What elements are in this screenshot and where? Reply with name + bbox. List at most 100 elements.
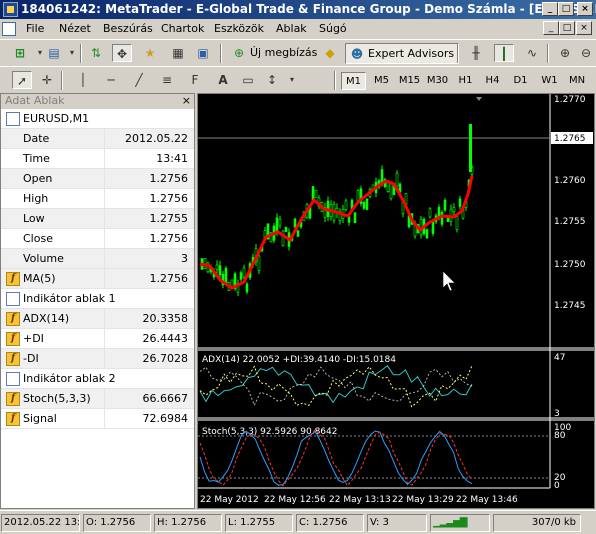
crosshair-icon[interactable]: ✛ (37, 71, 57, 89)
menu-view[interactable]: Nézet (59, 22, 91, 35)
close-button[interactable]: × (577, 2, 593, 16)
mdi-restore-button[interactable]: □ (559, 21, 575, 35)
stoch-scale-0: 0 (554, 481, 560, 491)
candle-body (224, 267, 228, 285)
chart-window-icon (6, 112, 20, 126)
navigator-icon[interactable]: ★ (140, 44, 160, 62)
price-tick-label: 1.2755 (554, 217, 586, 227)
indicator-window-1-row[interactable]: Indikátor ablak 1 (1, 289, 194, 309)
metatrader-app-icon[interactable] (3, 2, 18, 17)
menu-insert[interactable]: Beszúrás (103, 22, 153, 35)
data-date-value: 2012.05.22 (125, 132, 188, 145)
standard-toolbar: ⊞ ▾ ▤ ▾ ⇅ ✥ ★ ▦ ▣ ⊕ Új megbízás ◆ ☻ Expe… (0, 39, 596, 66)
stoch-main-line (199, 430, 473, 486)
indicator-2-1-row[interactable]: f Signal 72.6984 (1, 409, 194, 429)
fibonacci-icon[interactable]: F (185, 71, 205, 89)
indicator-1-2-row[interactable]: f -DI 26.7028 (1, 349, 194, 369)
data-volume-row[interactable]: Volume 3 (1, 249, 194, 269)
data-high-row[interactable]: High 1.2756 (1, 189, 194, 209)
timeframe-m30[interactable]: M30 (424, 72, 451, 90)
timeframe-mn[interactable]: MN (564, 72, 590, 90)
indicator-2-0-label: Stoch(5,3,3) (23, 392, 91, 405)
indicator-window-icon (6, 292, 20, 306)
indicator-f-icon: f (6, 272, 20, 286)
cursor-icon[interactable]: ➚ (12, 71, 32, 89)
data-date-row[interactable]: Date 2012.05.22 (1, 129, 194, 149)
timeframe-h4[interactable]: H4 (480, 72, 505, 90)
minimize-button[interactable]: _ (542, 2, 558, 16)
price-tick-label: 1.2750 (554, 260, 586, 270)
indicator-2-0-row[interactable]: f Stoch(5,3,3) 66.6667 (1, 389, 194, 409)
ma-row[interactable]: f MA(5) 1.2756 (1, 269, 194, 289)
indicator-window-2-row[interactable]: Indikátor ablak 2 (1, 369, 194, 389)
expert-advisors-button[interactable]: ☻ Expert Advisors (345, 43, 460, 64)
text-icon[interactable]: A (213, 71, 233, 89)
profiles-dropdown-icon[interactable]: ▾ (62, 44, 82, 62)
timeframe-m5[interactable]: M5 (369, 72, 394, 90)
data-window-close-icon[interactable]: × (182, 94, 191, 108)
indicator-1-0-value: 20.3358 (142, 312, 189, 325)
indicator-1-0-label: ADX(14) (23, 312, 70, 325)
candle-body (215, 264, 219, 270)
stoch-scale-80: 80 (554, 431, 566, 441)
indicator-f-icon: f (6, 332, 20, 346)
symbol-row[interactable]: EURUSD,M1 (1, 109, 194, 129)
trendline-icon[interactable]: ╱ (129, 71, 149, 89)
timeframe-m15[interactable]: M15 (396, 72, 423, 90)
time-label-3: 22 May 13:13 (329, 495, 391, 505)
terminal-icon[interactable]: ▦ (168, 44, 188, 62)
indicator-1-1-row[interactable]: f +DI 26.4443 (1, 329, 194, 349)
data-window-icon[interactable]: ✥ (112, 44, 132, 62)
price-panel[interactable] (198, 94, 550, 348)
connection-bars-icon: ▁▂▃▅▇ (433, 517, 467, 528)
column-divider (104, 349, 105, 369)
toolbar-separator (61, 71, 63, 90)
zoom-out-icon[interactable]: ⊖ (576, 44, 596, 62)
zoom-in-icon[interactable]: ⊕ (555, 44, 575, 62)
menu-tools[interactable]: Eszközök (214, 22, 264, 35)
profiles-icon[interactable]: ▤ (44, 44, 64, 62)
indicator-1-0-row[interactable]: f ADX(14) 20.3358 (1, 309, 194, 329)
vertical-line-icon[interactable]: │ (73, 71, 93, 89)
maximize-button[interactable]: □ (558, 2, 574, 16)
market-watch-icon[interactable]: ⇅ (86, 44, 106, 62)
candle-body (239, 272, 243, 280)
data-close-row[interactable]: Close 1.2756 (1, 229, 194, 249)
data-open-row[interactable]: Open 1.2756 (1, 169, 194, 189)
menu-bar: File Nézet Beszúrás Chartok Eszközök Abl… (0, 19, 596, 39)
mdi-close-button[interactable]: × (576, 21, 592, 35)
menu-window[interactable]: Ablak (276, 22, 307, 35)
line-chart-icon[interactable]: ∿ (522, 44, 542, 62)
horizontal-line-icon[interactable]: ─ (101, 71, 121, 89)
column-divider (104, 309, 105, 329)
timeframe-m1[interactable]: M1 (341, 72, 366, 90)
new-chart-icon[interactable]: ⊞ (10, 44, 30, 62)
connection-status[interactable]: ▁▂▃▅▇ (430, 514, 490, 532)
timeframe-w1[interactable]: W1 (537, 72, 562, 90)
mdi-minimize-button[interactable]: _ (543, 21, 559, 35)
text-label-icon[interactable]: ▭ (238, 71, 258, 89)
menu-charts[interactable]: Chartok (161, 22, 204, 35)
candle-body (344, 200, 348, 210)
chart-document-icon[interactable] (2, 22, 16, 36)
candlestick-chart-icon[interactable]: ┃ (494, 44, 514, 62)
expert-advisors-label: Expert Advisors (368, 47, 455, 60)
data-time-row[interactable]: Time 13:41 (1, 149, 194, 169)
indicator-2-1-label: Signal (23, 412, 57, 425)
equidistant-channel-icon[interactable]: ≡ (157, 71, 177, 89)
timeframe-h1[interactable]: H1 (453, 72, 478, 90)
metaeditor-icon[interactable]: ◆ (320, 44, 340, 62)
timeframe-d1[interactable]: D1 (508, 72, 533, 90)
menu-file[interactable]: File (26, 22, 44, 35)
menu-help[interactable]: Súgó (319, 22, 347, 35)
arrows-dropdown-icon[interactable]: ▾ (282, 71, 302, 89)
new-order-button[interactable]: ⊕ Új megbízás (228, 43, 321, 64)
chart-canvas[interactable]: 1.27701.27651.27601.27551.27501.27451.27… (198, 94, 594, 508)
candle-body (353, 212, 357, 224)
chart-window[interactable]: 1.27701.27651.27601.27551.27501.27451.27… (197, 93, 595, 509)
data-low-row[interactable]: Low 1.2755 (1, 209, 194, 229)
strategy-tester-icon[interactable]: ▣ (193, 44, 213, 62)
data-volume-label: Volume (23, 252, 64, 265)
bar-chart-icon[interactable]: ╫ (466, 44, 486, 62)
arrows-icon[interactable]: ↕ (262, 71, 282, 89)
